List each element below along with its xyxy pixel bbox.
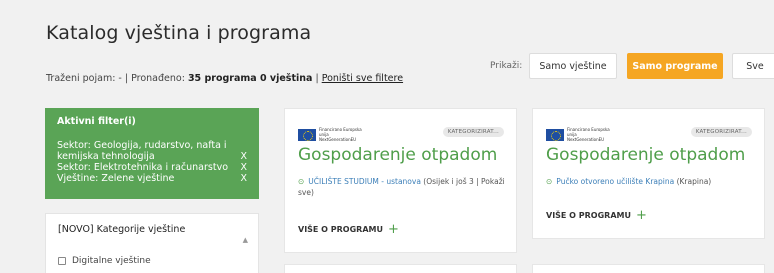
program-card: Financirano Europska unija NextGeneratio… — [532, 108, 765, 239]
plus-icon: + — [635, 208, 647, 223]
scroll-up-icon[interactable]: ▲ — [243, 236, 248, 244]
eu-flag-icon — [546, 128, 564, 141]
remove-filter-button[interactable]: X — [240, 151, 247, 162]
location-text: (Krapina) — [674, 177, 712, 186]
active-filter-item: Sektor: Geologija, rudarstvo, nafta i ke… — [57, 140, 247, 162]
active-filter-item: Vještine: Zelene vještine X — [57, 173, 247, 184]
program-card: Financirano Europska unija NextGeneratio… — [284, 108, 517, 253]
location-pin-icon: ⊙ — [298, 177, 305, 186]
all-button[interactable]: Sve — [732, 53, 774, 79]
active-filters-panel: Aktivni filter(i) Sektor: Geologija, rud… — [45, 108, 259, 199]
eu-logo-text: Financirano Europska unija NextGeneratio… — [319, 127, 362, 142]
only-programs-button[interactable]: Samo programe — [627, 53, 723, 79]
program-location: ⊙ Pučko otvoreno učilište Krapina (Krapin… — [546, 176, 756, 187]
active-filter-label: Sektor: Geologija, rudarstvo, nafta i ke… — [57, 140, 227, 162]
checkbox[interactable] — [58, 257, 66, 265]
remove-filter-button[interactable]: X — [240, 173, 247, 184]
program-title[interactable]: Gospodarenje otpadom — [546, 145, 745, 165]
search-prefix: Traženi pojam: - | Pronađeno: — [46, 73, 188, 84]
active-filter-item: Sektor: Elektrotehnika i računarstvo X — [57, 162, 247, 173]
view-toggle-label: Prikaži: — [490, 61, 523, 71]
reset-filters-link[interactable]: Poništi sve filtere — [322, 73, 403, 84]
program-title[interactable]: Gospodarenje otpadom — [298, 145, 497, 165]
plus-icon: + — [387, 222, 399, 237]
active-filter-label: Vještine: Zelene vještine — [57, 173, 175, 184]
location-pin-icon: ⊙ — [546, 177, 553, 186]
program-card-partial — [284, 264, 517, 273]
eu-logo-text: Financirano Europska unija NextGeneratio… — [567, 127, 610, 142]
more-about-program-link[interactable]: VIŠE O PROGRAMU + — [546, 208, 647, 223]
only-skills-button[interactable]: Samo vještine — [529, 53, 617, 79]
category-badge: KATEGORIZIRAT... — [442, 127, 504, 137]
institution-link[interactable]: UČILIŠTE STUDIUM - ustanova — [308, 177, 421, 186]
category-label: Digitalne vještine — [72, 256, 151, 266]
eu-funding-logo: Financirano Europska unija NextGeneratio… — [298, 127, 367, 142]
remove-filter-button[interactable]: X — [240, 162, 247, 173]
search-separator: | — [312, 73, 322, 84]
more-about-program-link[interactable]: VIŠE O PROGRAMU + — [298, 222, 399, 237]
page-title: Katalog vještina i programa — [46, 22, 312, 44]
category-checkbox-item[interactable]: Digitalne vještine — [58, 256, 246, 266]
institution-link[interactable]: Pučko otvoreno učilište Krapina — [556, 177, 674, 186]
eu-flag-icon — [298, 128, 316, 141]
skill-categories-title: [NOVO] Kategorije vještine — [58, 224, 186, 235]
eu-funding-logo: Financirano Europska unija NextGeneratio… — [546, 127, 615, 142]
skill-categories-panel: [NOVO] Kategorije vještine ▲ Digitalne v… — [45, 213, 259, 273]
program-location: ⊙ UČILIŠTE STUDIUM - ustanova (Osijek i j… — [298, 176, 508, 198]
category-badge: KATEGORIZIRAT... — [690, 127, 752, 137]
page: Katalog vještina i programa Traženi poja… — [0, 0, 774, 273]
program-card-partial — [532, 264, 765, 273]
active-filters-title: Aktivni filter(i) — [57, 116, 136, 127]
result-count: 35 programa 0 vještina — [187, 73, 313, 84]
more-label: VIŠE O PROGRAMU — [546, 211, 631, 220]
active-filter-label: Sektor: Elektrotehnika i računarstvo — [57, 162, 229, 173]
more-label: VIŠE O PROGRAMU — [298, 225, 383, 234]
search-summary: Traženi pojam: - | Pronađeno: 35 program… — [46, 73, 403, 84]
